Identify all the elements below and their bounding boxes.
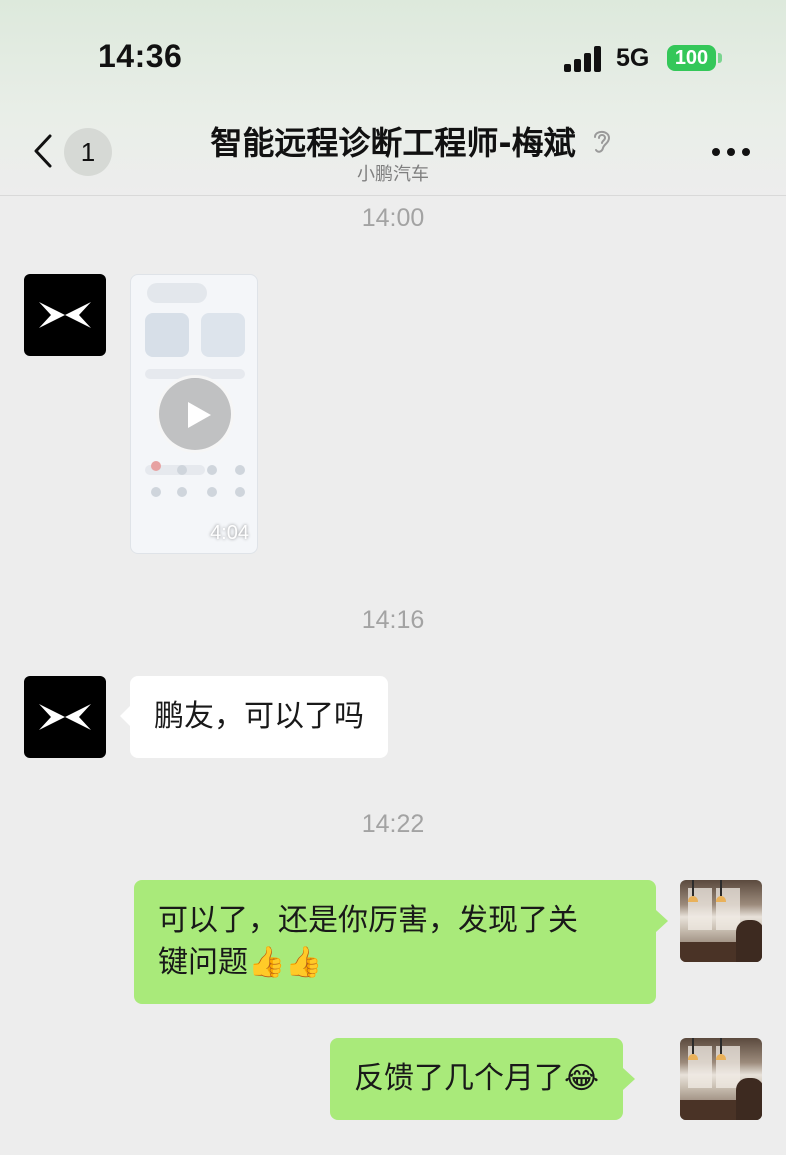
laughing-tears-emoji-icon: 😂 (564, 1061, 600, 1096)
signal-icon (564, 46, 604, 72)
message-text-line2: 键问题 (158, 945, 248, 980)
play-button[interactable] (156, 375, 234, 453)
video-duration: 4:04 (210, 522, 249, 544)
xpeng-avatar[interactable] (24, 274, 106, 356)
my-avatar[interactable] (680, 880, 762, 962)
chat-title: 智能远程诊断工程师-梅斌 (210, 124, 576, 162)
chat-subtitle: 小鹏汽车 (357, 164, 429, 185)
battery-icon: 100 (667, 45, 716, 71)
battery-level: 100 (674, 47, 709, 69)
status-bar: 14:36 5G 100 (0, 0, 786, 110)
more-icon (712, 148, 720, 156)
message-timestamp: 14:16 (361, 606, 425, 634)
network-label: 5G (616, 44, 650, 72)
message-text-line1: 可以了，还是你厉害，发现了关 (158, 903, 578, 938)
status-time: 14:36 (98, 38, 183, 74)
message-text: 鹏友，可以了吗 (154, 699, 364, 734)
message-bubble-received[interactable]: 鹏友，可以了吗 (120, 676, 388, 758)
message-bubble-sent[interactable]: 反馈了几个月了😂 (330, 1038, 636, 1120)
ear-icon (594, 130, 611, 153)
top-bar: 14:36 5G 100 1 智能远程诊断工程师-梅斌 小鹏汽车 (0, 0, 786, 196)
thumbs-up-emoji-icon: 👍👍 (248, 945, 323, 980)
my-avatar[interactable] (680, 1038, 762, 1120)
message-timestamp: 14:22 (361, 810, 425, 838)
play-icon (188, 402, 211, 428)
message-timestamp: 14:00 (361, 204, 425, 232)
chat-title-area[interactable]: 智能远程诊断工程师-梅斌 (0, 118, 786, 164)
xpeng-logo-icon (39, 302, 91, 328)
xpeng-avatar[interactable] (24, 676, 106, 758)
battery-tip (718, 53, 722, 63)
video-message[interactable]: 4:04 (130, 274, 258, 554)
xpeng-logo-icon (39, 704, 91, 730)
more-button[interactable] (708, 140, 754, 164)
message-bubble-sent[interactable]: 可以了，还是你厉害，发现了关 键问题👍👍 (134, 880, 668, 1004)
message-text: 反馈了几个月了 (354, 1061, 564, 1096)
